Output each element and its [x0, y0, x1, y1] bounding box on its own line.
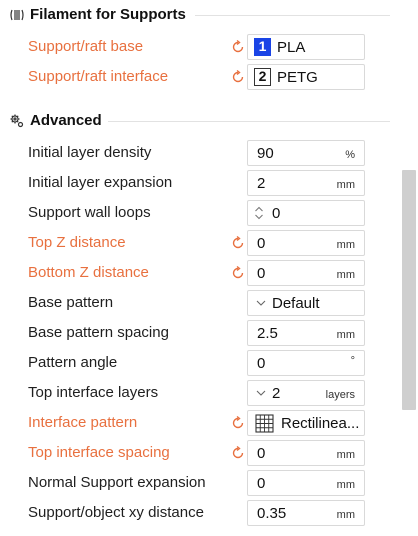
field-value: 0 [272, 205, 281, 222]
initial-layer-density-input[interactable]: 90 % [247, 140, 365, 166]
setting-label: Top Z distance [28, 234, 126, 251]
section-divider [108, 121, 390, 122]
top-z-distance-input[interactable]: 0 mm [247, 230, 365, 256]
setting-label: Support/object xy distance [28, 504, 204, 521]
rectilinear-pattern-icon [255, 414, 274, 433]
setting-label: Support/raft base [28, 38, 144, 55]
filament-slot-badge: 1 [254, 38, 271, 56]
field-value: 2 [272, 385, 281, 402]
setting-label: Initial layer expansion [28, 174, 173, 191]
field-value: Rectilinea... [281, 415, 360, 432]
base-pattern-spacing-input[interactable]: 2.5 mm [247, 320, 365, 346]
filament-select[interactable]: 1 PLA [247, 34, 365, 60]
reset-icon[interactable] [230, 235, 246, 251]
reset-icon[interactable] [230, 445, 246, 461]
field-unit: layers [325, 389, 355, 401]
field-unit: mm [336, 449, 355, 461]
setting-label: Support wall loops [28, 204, 151, 221]
setting-label: Bottom Z distance [28, 264, 149, 281]
pattern-angle-input[interactable]: 0 ° [247, 350, 365, 376]
advanced-settings-icon [10, 114, 24, 128]
field-unit: % [345, 149, 355, 161]
row-top-z-distance: Top Z distance 0 mm [0, 228, 400, 258]
setting-label: Top interface spacing [28, 444, 170, 461]
row-base-pattern: Base pattern Default [0, 288, 400, 318]
setting-label: Pattern angle [28, 354, 118, 371]
row-bottom-z-distance: Bottom Z distance 0 mm [0, 258, 400, 288]
row-support-wall-loops: Support wall loops 0 [0, 198, 400, 228]
scrollbar-thumb[interactable] [402, 170, 416, 410]
field-value: 0 [257, 445, 266, 462]
filament-icon [10, 9, 24, 21]
reset-icon[interactable] [230, 39, 246, 55]
support-wall-loops-stepper[interactable]: 0 [247, 200, 365, 226]
field-value: 90 [257, 145, 274, 162]
support-object-xy-distance-input[interactable]: 0.35 mm [247, 500, 365, 526]
field-value: 0 [257, 475, 266, 492]
top-interface-layers-dropdown[interactable]: 2 layers [247, 380, 365, 406]
filament-slot-badge: 2 [254, 68, 271, 86]
row-support-raft-base: Support/raft base 1 PLA [0, 32, 400, 62]
normal-support-expansion-input[interactable]: 0 mm [247, 470, 365, 496]
field-unit: mm [336, 269, 355, 281]
interface-pattern-dropdown[interactable]: Rectilinea... [247, 410, 365, 436]
field-value: 0 [257, 355, 266, 372]
row-interface-pattern: Interface pattern Rectilinea... [0, 408, 400, 438]
top-interface-spacing-input[interactable]: 0 mm [247, 440, 365, 466]
setting-label: Top interface layers [28, 384, 159, 401]
filament-select[interactable]: 2 PETG [247, 64, 365, 90]
field-unit: mm [336, 329, 355, 341]
section-divider [195, 15, 390, 16]
field-unit: mm [336, 509, 355, 521]
field-value: 0 [257, 265, 266, 282]
spin-arrows-icon[interactable] [254, 203, 264, 223]
field-value: 2.5 [257, 325, 278, 342]
field-value: Default [272, 295, 320, 312]
base-pattern-dropdown[interactable]: Default [247, 290, 365, 316]
setting-label: Initial layer density [28, 144, 152, 161]
reset-icon[interactable] [230, 265, 246, 281]
bottom-z-distance-input[interactable]: 0 mm [247, 260, 365, 286]
row-base-pattern-spacing: Base pattern spacing 2.5 mm [0, 318, 400, 348]
setting-label: Base pattern [28, 294, 114, 311]
row-support-raft-interface: Support/raft interface 2 PETG [0, 62, 400, 92]
chevron-down-icon [256, 300, 266, 306]
setting-label: Interface pattern [28, 414, 138, 431]
reset-icon[interactable] [230, 415, 246, 431]
filament-value: PLA [277, 39, 306, 56]
row-top-interface-layers: Top interface layers 2 layers [0, 378, 400, 408]
field-unit: mm [336, 479, 355, 491]
setting-label: Normal Support expansion [28, 474, 206, 491]
row-normal-support-expansion: Normal Support expansion 0 mm [0, 468, 400, 498]
field-unit: ° [350, 355, 355, 367]
section-title: Advanced [30, 112, 102, 129]
reset-icon[interactable] [230, 69, 246, 85]
setting-label: Base pattern spacing [28, 324, 169, 341]
field-value: 0.35 [257, 505, 287, 522]
section-title: Filament for Supports [30, 6, 186, 23]
initial-layer-expansion-input[interactable]: 2 mm [247, 170, 365, 196]
chevron-down-icon [256, 390, 266, 396]
field-unit: mm [336, 239, 355, 251]
field-unit: mm [336, 179, 355, 191]
row-pattern-angle: Pattern angle 0 ° [0, 348, 400, 378]
setting-label: Support/raft interface [28, 68, 169, 85]
row-top-interface-spacing: Top interface spacing 0 mm [0, 438, 400, 468]
row-support-object-xy-distance: Support/object xy distance 0.35 mm [0, 498, 400, 528]
field-value: 0 [257, 235, 266, 252]
filament-value: PETG [277, 69, 318, 86]
row-initial-layer-expansion: Initial layer expansion 2 mm [0, 168, 400, 198]
row-initial-layer-density: Initial layer density 90 % [0, 138, 400, 168]
field-value: 2 [257, 175, 266, 192]
